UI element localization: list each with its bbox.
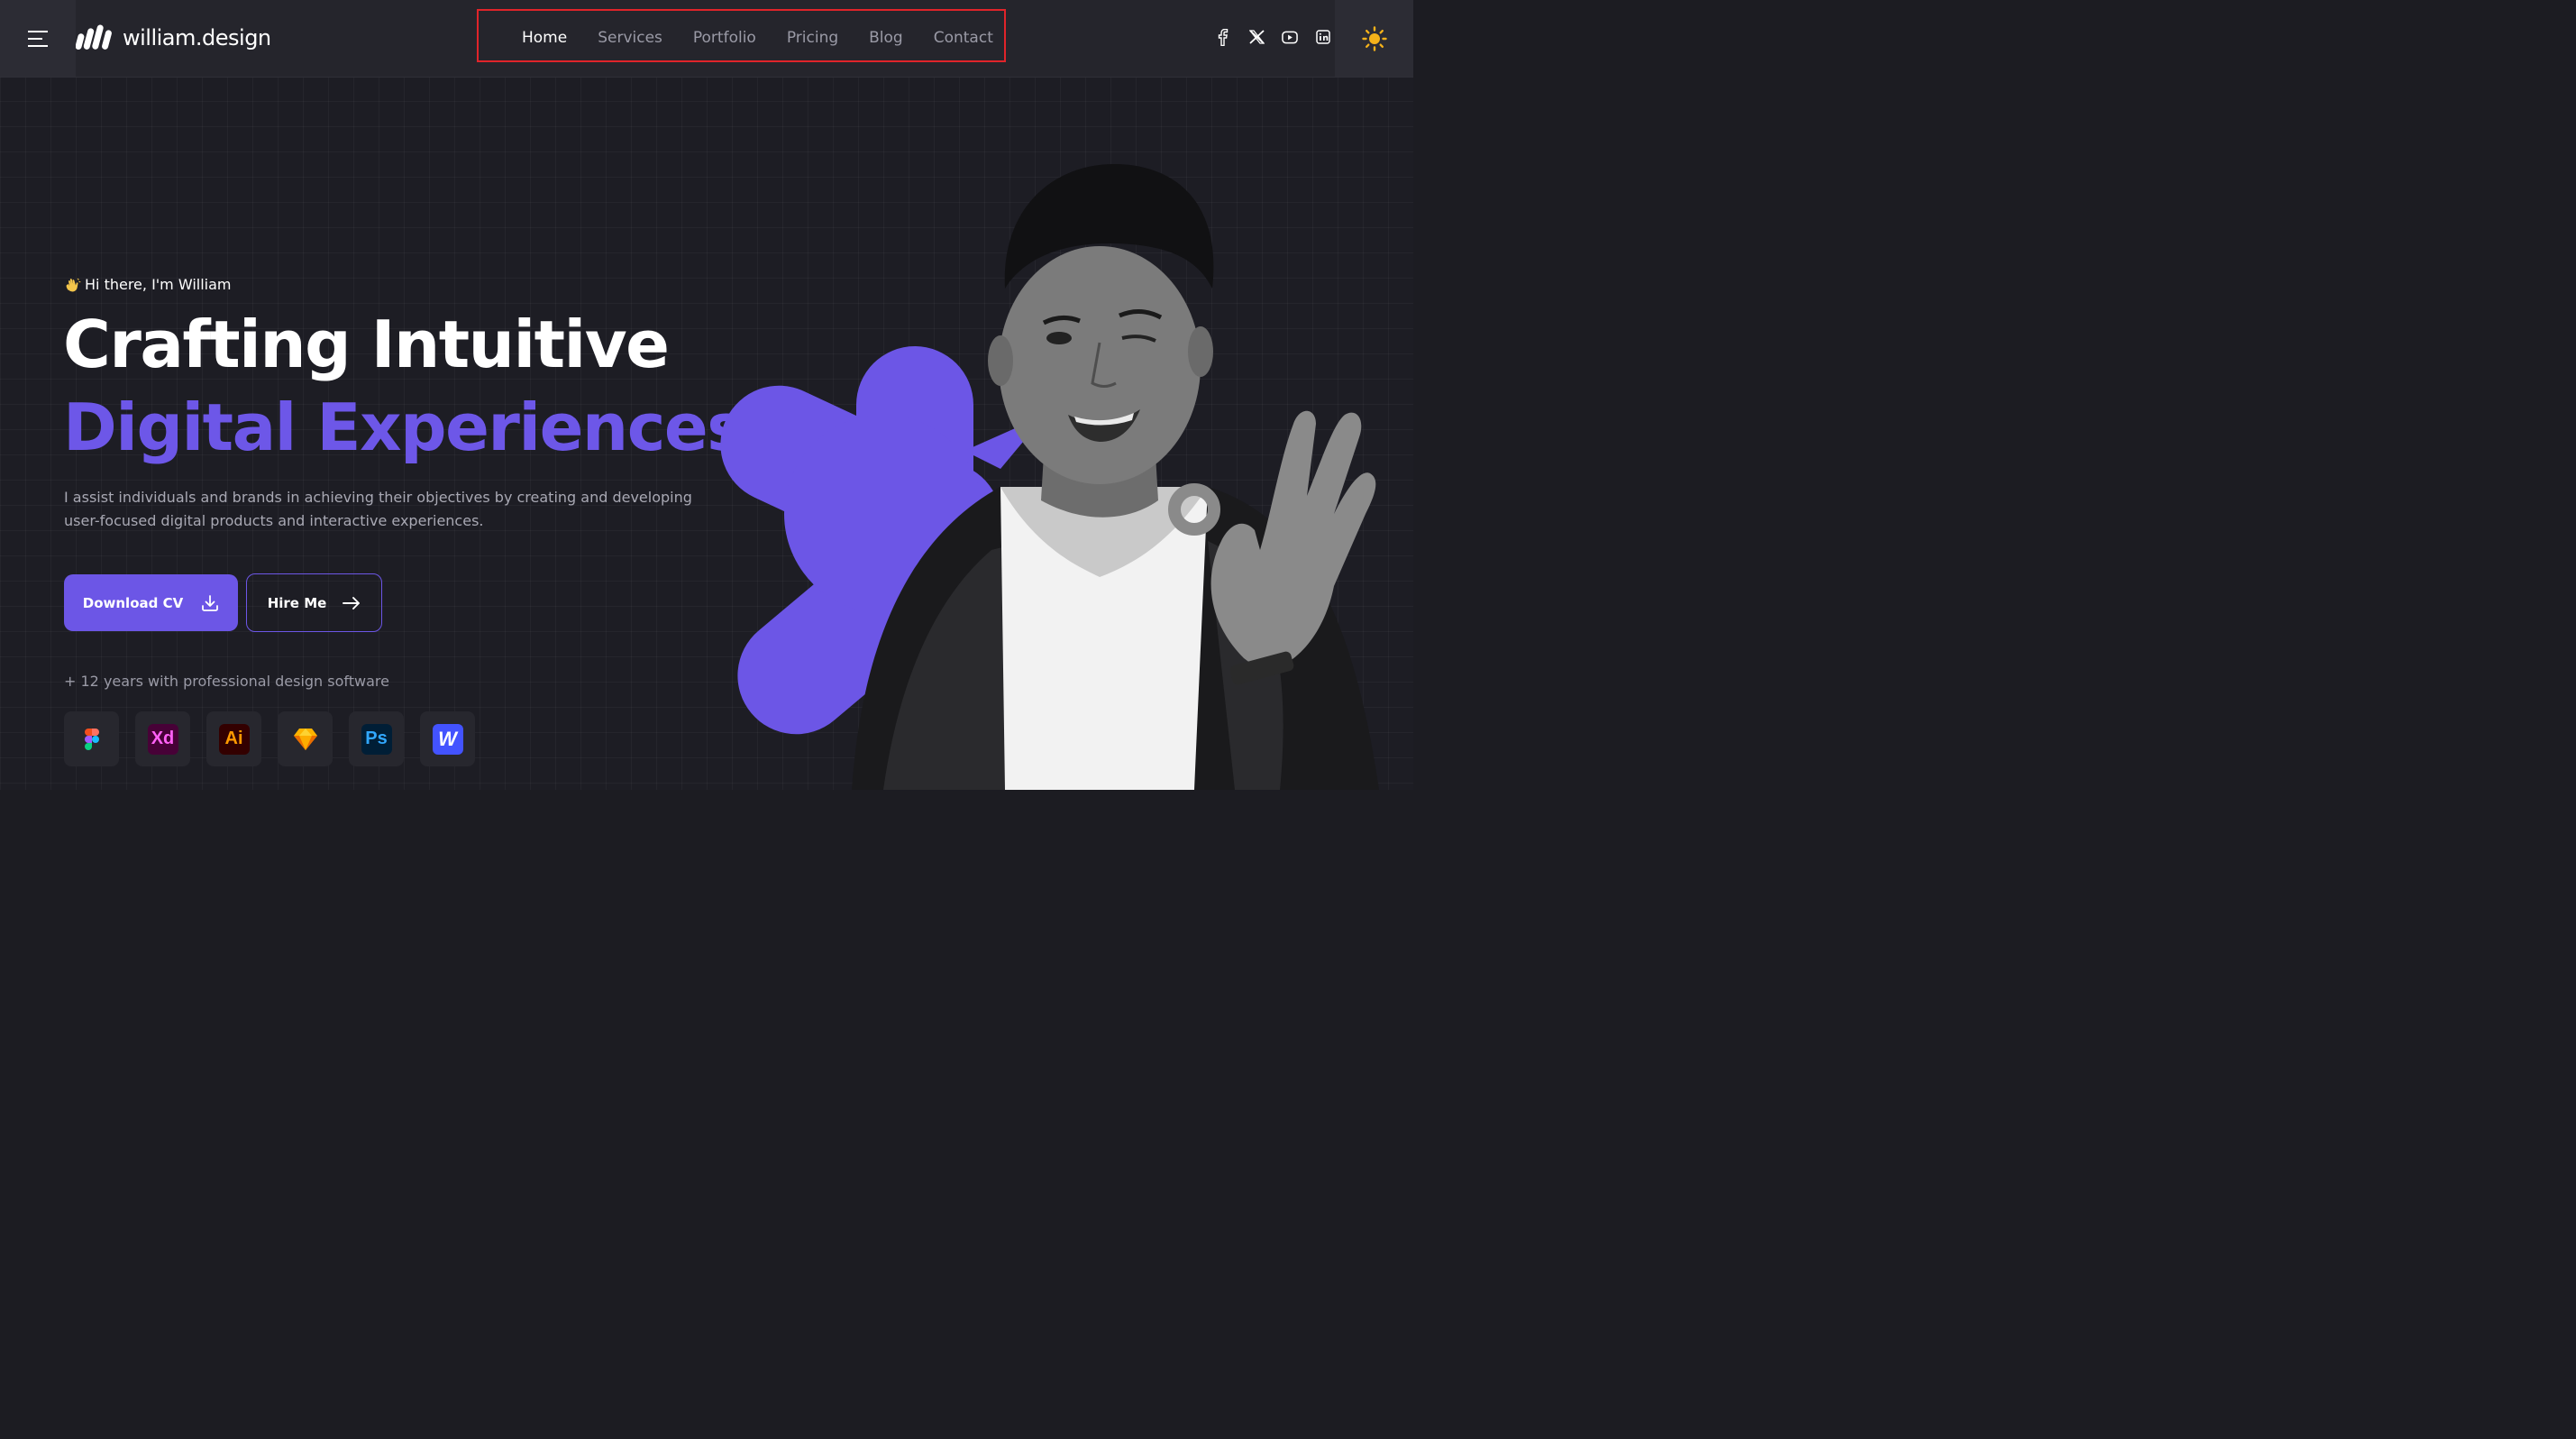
headline-line-2: Digital Experiences (63, 390, 745, 465)
arrow-right-icon (343, 596, 361, 610)
hero-portrait (720, 163, 1379, 790)
tool-adobe-illustrator: Ai (206, 711, 261, 766)
webflow-icon: W (432, 723, 463, 755)
page: william.design Home Services Portfolio P… (0, 0, 1413, 790)
hire-me-button[interactable]: Hire Me (246, 573, 382, 632)
youtube-icon[interactable] (1282, 27, 1298, 47)
x-twitter-icon[interactable] (1248, 27, 1265, 47)
description-line-1: I assist individuals and brands in achie… (64, 489, 692, 506)
adobe-illustrator-icon: Ai (218, 723, 250, 755)
nav-blog[interactable]: Blog (854, 29, 918, 47)
logo-text: william.design (123, 25, 271, 50)
sketch-icon (293, 728, 317, 750)
nav-pricing[interactable]: Pricing (772, 29, 854, 47)
figma-icon (84, 728, 99, 750)
nav-portfolio[interactable]: Portfolio (678, 29, 772, 47)
tool-figma (64, 711, 119, 766)
download-cv-label: Download CV (82, 594, 184, 611)
tool-adobe-xd: Xd (135, 711, 190, 766)
hero-description: I assist individuals and brands in achie… (64, 486, 695, 533)
download-icon (202, 594, 219, 611)
tool-adobe-photoshop: Ps (349, 711, 404, 766)
headline-line-1: Crafting Intuitive (63, 307, 670, 382)
site-logo[interactable]: william.design (76, 20, 271, 56)
waving-hand-icon (66, 278, 81, 291)
adobe-xd-icon: Xd (147, 723, 178, 755)
nav-contact[interactable]: Contact (918, 29, 1009, 47)
logo-mark-icon (76, 24, 112, 50)
greeting-text: Hi there, I'm William (85, 276, 232, 293)
theme-toggle-button[interactable] (1335, 0, 1413, 77)
nav-home[interactable]: Home (507, 29, 582, 47)
hamburger-menu-icon (28, 30, 48, 47)
experience-text: + 12 years with professional design soft… (64, 673, 389, 690)
sun-icon (1361, 25, 1387, 51)
facebook-icon[interactable] (1215, 27, 1231, 47)
linkedin-icon[interactable] (1315, 27, 1331, 47)
tool-sketch (278, 711, 333, 766)
nav-services[interactable]: Services (582, 29, 678, 47)
adobe-photoshop-icon: Ps (361, 723, 392, 755)
menu-button[interactable] (0, 0, 76, 77)
design-tools: Xd Ai Ps W (64, 711, 475, 766)
site-header: william.design Home Services Portfolio P… (0, 0, 1413, 78)
main-nav: Home Services Portfolio Pricing Blog Con… (507, 23, 1009, 52)
tool-webflow: W (420, 711, 475, 766)
greeting: Hi there, I'm William (65, 276, 232, 293)
download-cv-button[interactable]: Download CV (64, 574, 238, 631)
hero-headline: Crafting Intuitive Digital Experiences (63, 303, 745, 469)
hire-me-label: Hire Me (267, 594, 327, 611)
social-links (1215, 27, 1331, 47)
description-line-2: user-focused digital products and intera… (64, 512, 484, 529)
